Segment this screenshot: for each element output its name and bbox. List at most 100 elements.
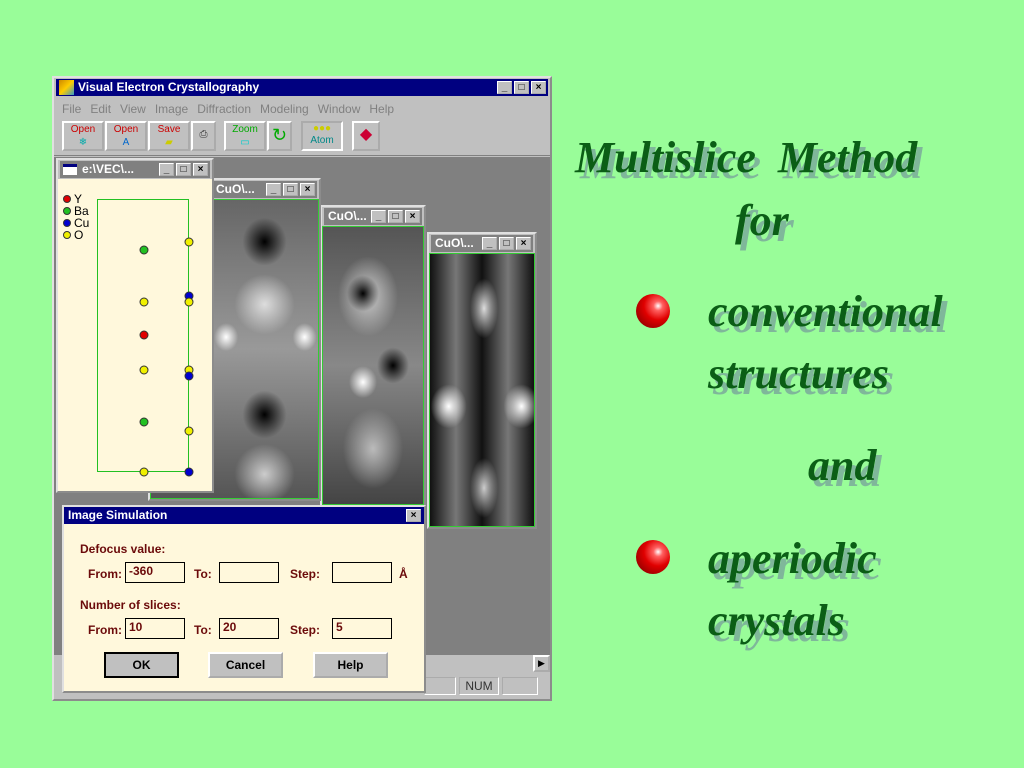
image-simulation-dialog: Image Simulation × Defocus value: From: … xyxy=(62,505,426,693)
atom-cu-icon xyxy=(63,219,71,227)
atom-ba xyxy=(139,417,149,427)
atom-ba-icon xyxy=(63,207,71,215)
image-window-3[interactable]: CuO\... _ □ × xyxy=(427,232,537,529)
menu-view[interactable]: View xyxy=(120,102,146,116)
minimize-button[interactable]: _ xyxy=(497,81,512,94)
atom-o-icon xyxy=(63,231,71,239)
open-image-button[interactable]: Open A xyxy=(105,121,147,151)
maximize-button[interactable]: □ xyxy=(176,163,191,176)
toolbar: Open ❄ Open A Save ▰ ⎙ Zoom ▭ ↻ ●●● Atom ◆ xyxy=(54,118,550,156)
structure-window-title: e:\VEC\... xyxy=(82,162,135,176)
image-window-2[interactable]: CuO\... _ □ × xyxy=(320,205,426,507)
dialog-title: Image Simulation xyxy=(68,508,168,522)
close-button[interactable]: × xyxy=(516,237,531,250)
image-window-title-bar[interactable]: CuO\... _ □ × xyxy=(431,235,533,252)
status-pane xyxy=(502,677,538,695)
slices-to-input[interactable]: 20 xyxy=(219,618,279,639)
maximize-button[interactable]: □ xyxy=(283,183,298,196)
slices-from-label: From: xyxy=(88,623,122,637)
atom-y xyxy=(139,330,149,340)
atom-legend: Y Ba Cu O xyxy=(63,193,89,241)
main-title-bar[interactable]: Visual Electron Crystallography _ □ × xyxy=(56,79,548,96)
slices-step-input[interactable]: 5 xyxy=(332,618,392,639)
simulated-image xyxy=(429,253,535,527)
image-window-title: CuO\... xyxy=(435,236,474,250)
print-button[interactable]: ⎙ xyxy=(191,121,216,151)
menu-diffraction[interactable]: Diffraction xyxy=(197,102,251,116)
image-window-title: CuO\... xyxy=(216,182,255,196)
app-icon xyxy=(59,80,74,95)
scroll-right-arrow[interactable]: ▶ xyxy=(533,655,550,672)
minimize-button[interactable]: _ xyxy=(266,183,281,196)
defocus-label: Defocus value: xyxy=(80,542,166,556)
refresh-button[interactable]: ↻ xyxy=(267,121,292,151)
close-button[interactable]: × xyxy=(300,183,315,196)
menu-help[interactable]: Help xyxy=(369,102,394,116)
bullet-ball-icon xyxy=(636,294,670,328)
dialog-title-bar[interactable]: Image Simulation × xyxy=(64,507,424,524)
defocus-from-input[interactable]: -360 xyxy=(125,562,185,583)
menu-bar: File Edit View Image Diffraction Modeling Wind… xyxy=(62,100,403,118)
num-lock-indicator: NUM xyxy=(459,677,499,695)
menu-file[interactable]: File xyxy=(62,102,81,116)
minimize-button[interactable]: _ xyxy=(159,163,174,176)
atom-o xyxy=(184,237,194,247)
menu-image[interactable]: Image xyxy=(155,102,188,116)
atom-button[interactable]: ●●● Atom xyxy=(301,121,343,151)
save-button[interactable]: Save ▰ xyxy=(148,121,190,151)
ok-button[interactable]: OK xyxy=(104,652,179,678)
bullet2-line2: crystals xyxy=(708,596,845,645)
image-window-title-bar[interactable]: CuO\... _ □ × xyxy=(324,208,422,225)
unit-cell xyxy=(97,199,194,477)
atom-o xyxy=(139,297,149,307)
cancel-button[interactable]: Cancel xyxy=(208,652,283,678)
defocus-to-label: To: xyxy=(194,567,212,581)
defocus-step-label: Step: xyxy=(290,567,320,581)
help-button[interactable]: Help xyxy=(313,652,388,678)
minimize-button[interactable]: _ xyxy=(482,237,497,250)
menu-modeling[interactable]: Modeling xyxy=(260,102,309,116)
and-text: and xyxy=(808,441,877,490)
zoom-button[interactable]: Zoom ▭ xyxy=(224,121,266,151)
defocus-step-input[interactable] xyxy=(332,562,392,583)
legend-o: O xyxy=(63,229,89,241)
atom-o xyxy=(184,297,194,307)
image-window-title: CuO\... xyxy=(328,209,367,223)
legend-label: O xyxy=(74,228,84,242)
minimize-button[interactable]: _ xyxy=(371,210,386,223)
bullet1-line1: conventional xyxy=(708,287,943,336)
close-button[interactable]: × xyxy=(405,210,420,223)
angstrom-unit: Å xyxy=(399,567,408,581)
atom-cu xyxy=(184,467,194,477)
maximize-button[interactable]: □ xyxy=(388,210,403,223)
bullet2-line1: aperiodic xyxy=(708,534,877,583)
menu-window[interactable]: Window xyxy=(318,102,361,116)
maximize-button[interactable]: □ xyxy=(514,81,529,94)
structure-window[interactable]: e:\VEC\... _ □ × Y Ba Cu O xyxy=(56,158,214,493)
close-button[interactable]: × xyxy=(531,81,546,94)
menu-edit[interactable]: Edit xyxy=(90,102,111,116)
dialog-close-button[interactable]: × xyxy=(406,509,421,522)
slices-label: Number of slices: xyxy=(80,598,181,612)
help-book-icon[interactable]: ◆ xyxy=(352,121,380,151)
structure-window-title-bar[interactable]: e:\VEC\... _ □ × xyxy=(60,161,210,178)
defocus-to-input[interactable] xyxy=(219,562,279,583)
atom-cu xyxy=(184,371,194,381)
app-title: Visual Electron Crystallography xyxy=(78,80,260,94)
slide-title-line1: Multislice Method xyxy=(575,133,918,182)
atom-o xyxy=(184,426,194,436)
slices-to-label: To: xyxy=(194,623,212,637)
bullet1-line2: structures xyxy=(708,349,889,398)
close-button[interactable]: × xyxy=(193,163,208,176)
atom-o xyxy=(139,467,149,477)
maximize-button[interactable]: □ xyxy=(499,237,514,250)
open-structure-button[interactable]: Open ❄ xyxy=(62,121,104,151)
slices-step-label: Step: xyxy=(290,623,320,637)
atom-y-icon xyxy=(63,195,71,203)
atom-o xyxy=(139,365,149,375)
simulated-image xyxy=(322,226,424,505)
slide-title-line2: for xyxy=(735,196,789,245)
slices-from-input[interactable]: 10 xyxy=(125,618,185,639)
defocus-from-label: From: xyxy=(88,567,122,581)
status-pane xyxy=(424,677,456,695)
